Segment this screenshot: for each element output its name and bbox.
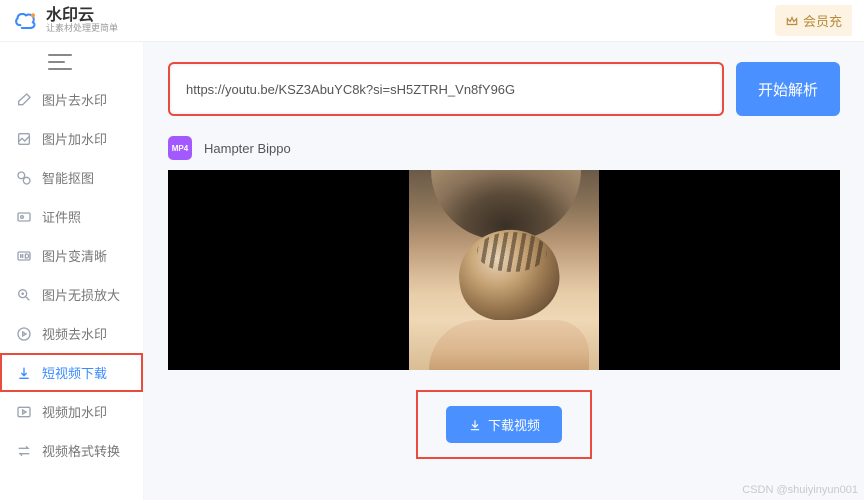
brand-logo: 水印云 让素材处理更简单 xyxy=(12,7,118,35)
result-header: MP4 Hampter Bippo xyxy=(168,136,840,160)
brand-subtitle: 让素材处理更简单 xyxy=(46,24,118,34)
download-icon xyxy=(468,418,482,432)
download-icon xyxy=(16,365,32,381)
video-url-input[interactable] xyxy=(172,66,720,112)
download-highlight-box: 下载视频 xyxy=(416,390,592,459)
page-watermark: CSDN @shuiyinyun001 xyxy=(742,484,858,496)
stamp-icon xyxy=(16,131,32,147)
play-stamp-icon xyxy=(16,404,32,420)
url-highlight-box xyxy=(168,62,724,116)
sidebar-item-label: 短视频下载 xyxy=(42,363,107,382)
video-thumbnail xyxy=(409,170,599,370)
hd-icon xyxy=(16,248,32,264)
sidebar-item-label: 视频格式转换 xyxy=(42,441,120,460)
sidebar-item-label: 图片加水印 xyxy=(42,129,107,148)
member-button[interactable]: 会员充 xyxy=(775,5,852,36)
sidebar-item-1[interactable]: 图片加水印 xyxy=(0,119,143,158)
sidebar-item-label: 智能抠图 xyxy=(42,168,94,187)
download-video-button[interactable]: 下载视频 xyxy=(446,406,562,443)
video-preview[interactable] xyxy=(168,170,840,370)
crown-icon xyxy=(785,14,799,28)
parse-button[interactable]: 开始解析 xyxy=(736,62,840,116)
sidebar-item-3[interactable]: 证件照 xyxy=(0,197,143,236)
sidebar-item-0[interactable]: 图片去水印 xyxy=(0,80,143,119)
cloud-logo-icon xyxy=(12,7,40,35)
sidebar-item-4[interactable]: 图片变清晰 xyxy=(0,236,143,275)
sidebar-item-9[interactable]: 视频格式转换 xyxy=(0,431,143,470)
sidebar-item-2[interactable]: 智能抠图 xyxy=(0,158,143,197)
video-title: Hampter Bippo xyxy=(204,141,291,156)
main-content: 开始解析 MP4 Hampter Bippo 下载视频 xyxy=(144,42,864,500)
sidebar-item-7[interactable]: 短视频下载 xyxy=(0,353,143,392)
eraser-icon xyxy=(16,92,32,108)
play-erase-icon xyxy=(16,326,32,342)
app-header: 水印云 让素材处理更简单 会员充 xyxy=(0,0,864,42)
enlarge-icon xyxy=(16,287,32,303)
idcard-icon xyxy=(16,209,32,225)
sidebar-item-label: 视频去水印 xyxy=(42,324,107,343)
cutout-icon xyxy=(16,170,32,186)
sidebar-item-label: 图片变清晰 xyxy=(42,246,107,265)
sidebar-item-label: 图片无损放大 xyxy=(42,285,120,304)
sidebar: 图片去水印图片加水印智能抠图证件照图片变清晰图片无损放大视频去水印短视频下载视频… xyxy=(0,42,144,500)
sidebar-item-label: 视频加水印 xyxy=(42,402,107,421)
sidebar-item-label: 图片去水印 xyxy=(42,90,107,109)
sidebar-item-label: 证件照 xyxy=(42,207,81,226)
sidebar-item-6[interactable]: 视频去水印 xyxy=(0,314,143,353)
sidebar-item-5[interactable]: 图片无损放大 xyxy=(0,275,143,314)
convert-icon xyxy=(16,443,32,459)
menu-toggle-icon[interactable] xyxy=(48,54,72,70)
brand-title: 水印云 xyxy=(46,7,118,25)
sidebar-item-8[interactable]: 视频加水印 xyxy=(0,392,143,431)
format-badge: MP4 xyxy=(168,136,192,160)
